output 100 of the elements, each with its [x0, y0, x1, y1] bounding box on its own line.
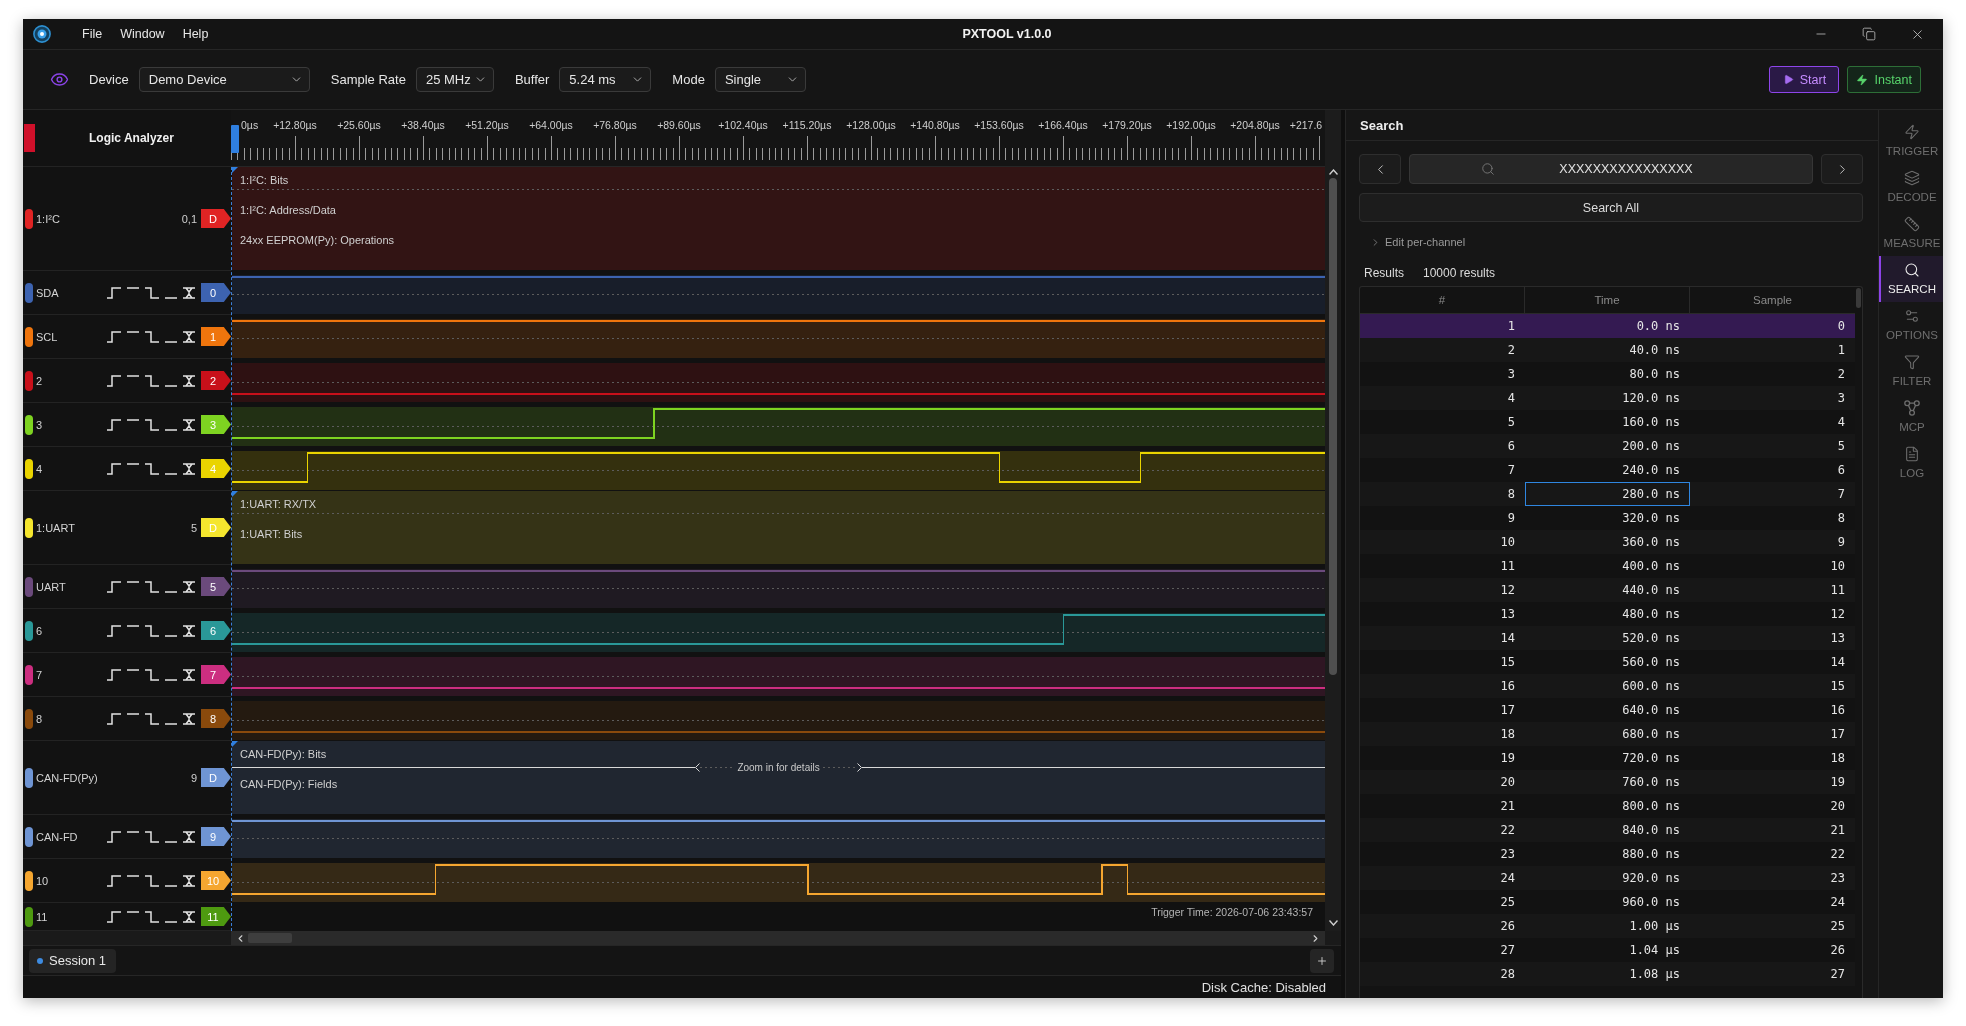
- falling-edge-icon[interactable]: [145, 874, 159, 887]
- either-edge-icon[interactable]: [183, 374, 195, 387]
- falling-edge-icon[interactable]: [145, 712, 159, 725]
- high-level-icon[interactable]: [127, 668, 139, 671]
- low-level-icon[interactable]: [165, 634, 177, 637]
- column-header[interactable]: Time: [1525, 287, 1690, 313]
- falling-edge-icon[interactable]: [145, 624, 159, 637]
- sidebar-item[interactable]: OPTIONS: [1879, 302, 1943, 348]
- result-row[interactable]: 16 600.0 ns 15: [1360, 674, 1855, 698]
- search-field[interactable]: XXXXXXXXXXXXXXXX: [1409, 154, 1813, 184]
- eye-icon[interactable]: [50, 70, 69, 89]
- low-level-icon[interactable]: [165, 472, 177, 475]
- result-row[interactable]: 20 760.0 ns 19: [1360, 770, 1855, 794]
- low-level-icon[interactable]: [165, 428, 177, 431]
- low-level-icon[interactable]: [165, 340, 177, 343]
- result-row[interactable]: 14 520.0 ns 13: [1360, 626, 1855, 650]
- falling-edge-icon[interactable]: [145, 374, 159, 387]
- low-level-icon[interactable]: [165, 722, 177, 725]
- low-level-icon[interactable]: [165, 678, 177, 681]
- per-channel-toggle[interactable]: Edit per-channel: [1359, 234, 1466, 250]
- high-level-icon[interactable]: [127, 624, 139, 627]
- cursor-marker-icon[interactable]: [231, 125, 239, 153]
- search-all-button[interactable]: Search All: [1359, 193, 1863, 222]
- add-session-button[interactable]: [1310, 948, 1334, 973]
- falling-edge-icon[interactable]: [145, 668, 159, 681]
- result-row[interactable]: 28 1.08 µs 27: [1360, 962, 1855, 986]
- either-edge-icon[interactable]: [183, 624, 195, 637]
- result-row[interactable]: 18 680.0 ns 17: [1360, 722, 1855, 746]
- rising-edge-icon[interactable]: [107, 910, 121, 923]
- rising-edge-icon[interactable]: [107, 624, 121, 637]
- result-row[interactable]: 24 920.0 ns 23: [1360, 866, 1855, 890]
- rising-edge-icon[interactable]: [107, 874, 121, 887]
- run-button[interactable]: Start: [1769, 66, 1840, 93]
- high-level-icon[interactable]: [127, 462, 139, 465]
- low-level-icon[interactable]: [165, 590, 177, 593]
- column-header[interactable]: Sample: [1690, 287, 1855, 313]
- falling-edge-icon[interactable]: [145, 580, 159, 593]
- channel-tag[interactable]: D: [201, 209, 231, 228]
- result-row[interactable]: 4 120.0 ns 3: [1360, 386, 1855, 410]
- rising-edge-icon[interactable]: [107, 668, 121, 681]
- restore-icon[interactable]: [1862, 27, 1876, 41]
- result-row[interactable]: 8 280.0 ns 7: [1360, 482, 1855, 506]
- dropdown[interactable]: Single: [714, 67, 806, 92]
- low-level-icon[interactable]: [165, 296, 177, 299]
- either-edge-icon[interactable]: [183, 874, 195, 887]
- either-edge-icon[interactable]: [183, 712, 195, 725]
- rising-edge-icon[interactable]: [107, 830, 121, 843]
- sidebar-item[interactable]: DECODE: [1879, 164, 1943, 210]
- channel-tag[interactable]: 5: [201, 577, 231, 596]
- high-level-icon[interactable]: [127, 286, 139, 289]
- high-level-icon[interactable]: [127, 418, 139, 421]
- falling-edge-icon[interactable]: [145, 910, 159, 923]
- rising-edge-icon[interactable]: [107, 374, 121, 387]
- result-row[interactable]: 22 840.0 ns 21: [1360, 818, 1855, 842]
- channel-tag[interactable]: 0: [201, 283, 231, 302]
- scrollbar-thumb[interactable]: [1856, 288, 1861, 308]
- high-level-icon[interactable]: [127, 374, 139, 377]
- sidebar-item[interactable]: MCP: [1879, 394, 1943, 440]
- rising-edge-icon[interactable]: [107, 330, 121, 343]
- rising-edge-icon[interactable]: [107, 286, 121, 299]
- dropdown[interactable]: 5.24 ms: [559, 67, 652, 92]
- sidebar-item[interactable]: FILTER: [1879, 348, 1943, 394]
- dropdown[interactable]: Demo Device: [138, 67, 310, 92]
- scroll-up-icon[interactable]: [1328, 169, 1338, 175]
- sidebar-item[interactable]: MEASURE: [1879, 210, 1943, 256]
- falling-edge-icon[interactable]: [145, 830, 159, 843]
- result-row[interactable]: 1 0.0 ns 0: [1360, 314, 1855, 338]
- falling-edge-icon[interactable]: [145, 418, 159, 431]
- sidebar-item[interactable]: SEARCH: [1879, 256, 1943, 302]
- dropdown[interactable]: 25 MHz: [415, 67, 494, 92]
- quick-run-button[interactable]: Instant: [1847, 66, 1921, 93]
- result-row[interactable]: 26 1.00 µs 25: [1360, 914, 1855, 938]
- channel-tag[interactable]: 11: [201, 907, 231, 926]
- low-level-icon[interactable]: [165, 840, 177, 843]
- channel-tag[interactable]: 2: [201, 371, 231, 390]
- rising-edge-icon[interactable]: [107, 712, 121, 725]
- channel-tag[interactable]: 7: [201, 665, 231, 684]
- high-level-icon[interactable]: [127, 830, 139, 833]
- menu-item[interactable]: Window: [111, 25, 174, 43]
- either-edge-icon[interactable]: [183, 286, 195, 299]
- menu-item[interactable]: Help: [173, 25, 218, 43]
- sidebar-item[interactable]: LOG: [1879, 440, 1943, 486]
- result-row[interactable]: 2 40.0 ns 1: [1360, 338, 1855, 362]
- result-row[interactable]: 10 360.0 ns 9: [1360, 530, 1855, 554]
- column-header[interactable]: #: [1360, 287, 1525, 313]
- low-level-icon[interactable]: [165, 384, 177, 387]
- menu-item[interactable]: File: [73, 25, 112, 43]
- either-edge-icon[interactable]: [183, 830, 195, 843]
- either-edge-icon[interactable]: [183, 668, 195, 681]
- scrollbar-thumb[interactable]: [1329, 178, 1337, 675]
- high-level-icon[interactable]: [127, 330, 139, 333]
- either-edge-icon[interactable]: [183, 330, 195, 343]
- either-edge-icon[interactable]: [183, 910, 195, 923]
- rising-edge-icon[interactable]: [107, 462, 121, 475]
- high-level-icon[interactable]: [127, 910, 139, 913]
- sidebar-item[interactable]: TRIGGER: [1879, 118, 1943, 164]
- rising-edge-icon[interactable]: [107, 580, 121, 593]
- either-edge-icon[interactable]: [183, 418, 195, 431]
- high-level-icon[interactable]: [127, 712, 139, 715]
- low-level-icon[interactable]: [165, 920, 177, 923]
